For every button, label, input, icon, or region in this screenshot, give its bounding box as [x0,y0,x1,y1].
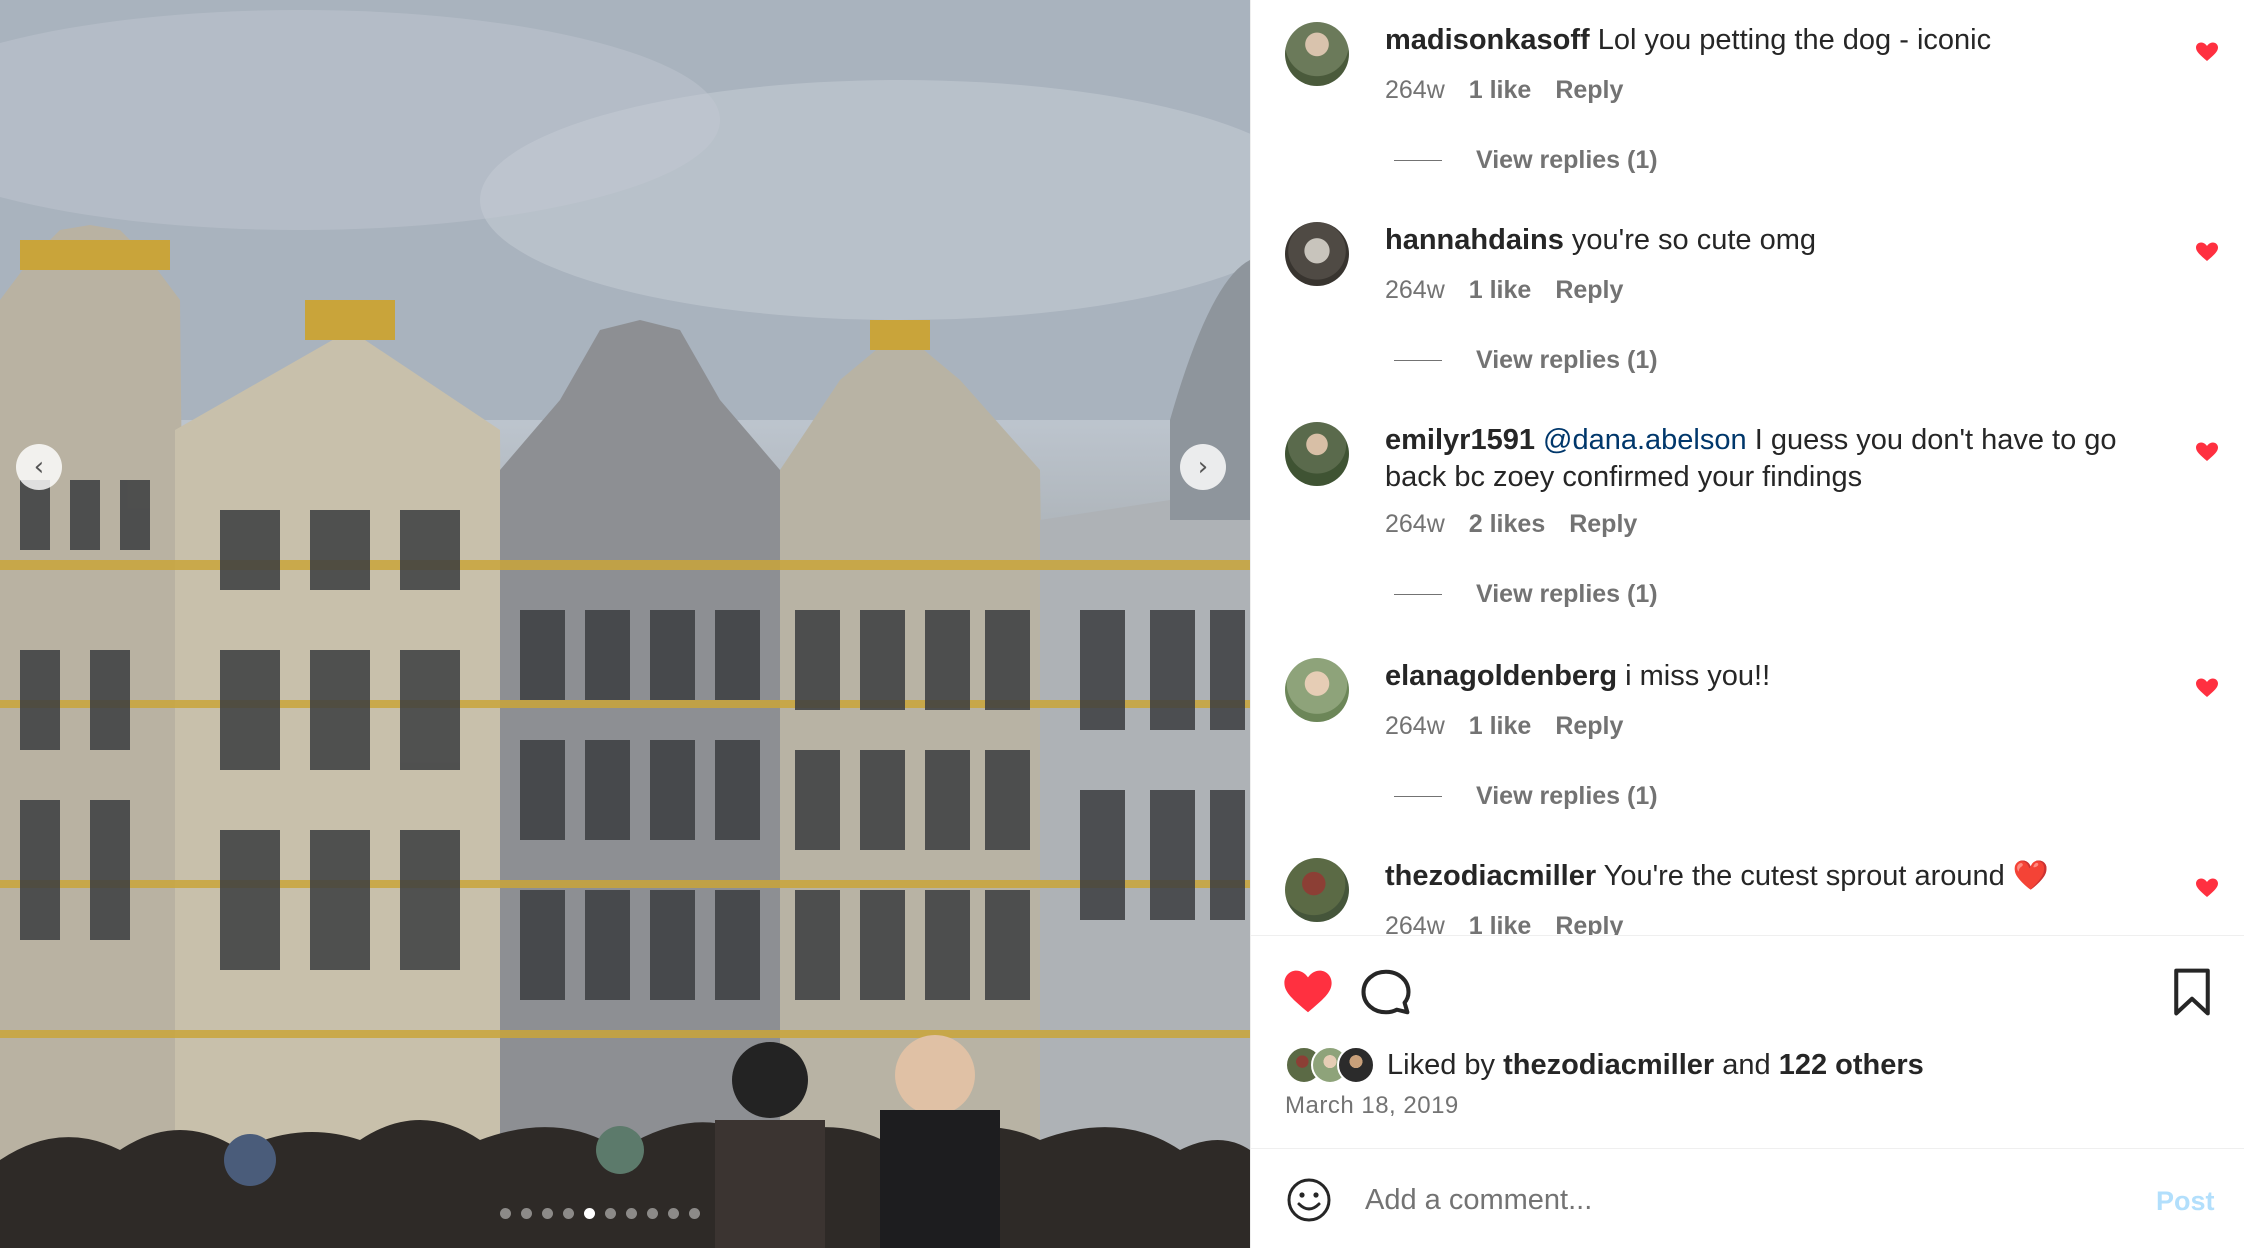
avatar[interactable] [1285,222,1349,286]
carousel-dots [500,1208,700,1219]
comment-meta: 264w 2 likes Reply [1385,510,1637,539]
comment-time[interactable]: 264w [1385,510,1445,539]
section-divider [1251,935,2244,936]
liked-by-conjunction: and [1722,1048,1771,1081]
comment-meta: 264w 1 like Reply [1385,912,1623,935]
comment-username[interactable]: hannahdains [1385,224,1564,256]
liker-avatars[interactable] [1285,1046,1375,1084]
comment-mention[interactable]: @dana.abelson [1543,424,1747,456]
replies-divider [1394,594,1442,595]
reply-button[interactable]: Reply [1555,912,1623,935]
carousel-dot [563,1208,574,1219]
view-replies-button[interactable]: View replies (1) [1394,782,1658,811]
comment-body: i miss you!! [1625,660,1771,692]
comment-input[interactable] [1365,1176,2105,1224]
comment-time[interactable]: 264w [1385,712,1445,741]
carousel-dot [584,1208,595,1219]
reply-button[interactable]: Reply [1569,510,1637,539]
post-button[interactable]: Post [2156,1186,2215,1217]
heart-filled-icon[interactable] [1281,965,1335,1019]
liked-by-text: Liked by thezodiacmiller and 122 others [1387,1049,1924,1082]
reply-button[interactable]: Reply [1555,712,1623,741]
comment-username[interactable]: elanagoldenberg [1385,660,1617,692]
comment-likes[interactable]: 1 like [1469,912,1532,935]
replies-divider [1394,160,1442,161]
comment-text-block: emilyr1591 @dana.abelson I guess you don… [1385,422,2145,496]
comment-body: Lol you petting the dog - iconic [1597,24,1992,56]
view-replies-label: View replies (1) [1476,782,1658,810]
comment-text-block: madisonkasoff Lol you petting the dog - … [1385,22,2145,59]
heart-filled-icon[interactable] [2195,40,2219,64]
liked-by-others[interactable]: 122 others [1779,1049,1924,1081]
heart-filled-icon[interactable] [2195,676,2219,700]
heart-filled-icon[interactable] [2195,440,2219,464]
comment-likes[interactable]: 1 like [1469,76,1532,105]
heart-filled-icon[interactable] [2195,876,2219,900]
comments-list: madisonkasoff Lol you petting the dog - … [1251,0,2244,935]
comment-text-block: thezodiacmiller You're the cutest sprout… [1385,858,2145,895]
view-replies-label: View replies (1) [1476,346,1658,374]
comment-meta: 264w 1 like Reply [1385,712,1623,741]
bookmark-icon[interactable] [2165,965,2219,1019]
chevron-left-icon: ‹ [33,452,45,482]
comment-time[interactable]: 264w [1385,76,1445,105]
view-replies-button[interactable]: View replies (1) [1394,146,1658,175]
comment-likes[interactable]: 2 likes [1469,510,1545,539]
heart-filled-icon[interactable] [2195,240,2219,264]
avatar[interactable] [1285,858,1349,922]
comment-text-block: hannahdains you're so cute omg [1385,222,2145,259]
comment-username[interactable]: thezodiacmiller [1385,860,1596,892]
comment-likes[interactable]: 1 like [1469,276,1532,305]
emoji-smile-icon[interactable] [1285,1176,1333,1224]
comment-username[interactable]: madisonkasoff [1385,24,1590,56]
comment-bubble-icon[interactable] [1359,965,1413,1019]
comment-time[interactable]: 264w [1385,276,1445,305]
post-date[interactable]: March 18, 2019 [1285,1092,1459,1120]
grand-place-image [0,0,1250,1248]
comment-meta: 264w 1 like Reply [1385,276,1623,305]
comment-likes[interactable]: 1 like [1469,712,1532,741]
carousel-dot [521,1208,532,1219]
reply-button[interactable]: Reply [1555,76,1623,105]
view-replies-button[interactable]: View replies (1) [1394,580,1658,609]
comment-body: You're the cutest sprout around ❤️ [1603,860,2049,892]
comment-time[interactable]: 264w [1385,912,1445,935]
avatar[interactable] [1285,658,1349,722]
liked-by-row: Liked by thezodiacmiller and 122 others [1285,1046,1924,1084]
comments-panel: madisonkasoff Lol you petting the dog - … [1250,0,2244,1248]
view-replies-label: View replies (1) [1476,580,1658,608]
liked-by-user[interactable]: thezodiacmiller [1503,1049,1714,1081]
view-replies-button[interactable]: View replies (1) [1394,346,1658,375]
carousel-dot [605,1208,616,1219]
carousel-dot [668,1208,679,1219]
comment-meta: 264w 1 like Reply [1385,76,1623,105]
post-photo: ‹ › [0,0,1250,1248]
reply-button[interactable]: Reply [1555,276,1623,305]
carousel-prev-button[interactable]: ‹ [16,444,62,490]
avatar[interactable] [1285,422,1349,486]
carousel-dot [647,1208,658,1219]
comment-body: you're so cute omg [1571,224,1817,256]
carousel-dot [500,1208,511,1219]
carousel-dot [626,1208,637,1219]
view-replies-label: View replies (1) [1476,146,1658,174]
comment-username[interactable]: emilyr1591 [1385,424,1535,456]
chevron-right-icon: › [1197,452,1209,482]
section-divider [1251,1148,2244,1149]
liked-by-prefix: Liked by [1387,1048,1496,1081]
action-bar [1251,955,2244,1025]
replies-divider [1394,360,1442,361]
replies-divider [1394,796,1442,797]
carousel-dot [689,1208,700,1219]
carousel-next-button[interactable]: › [1180,444,1226,490]
add-comment-bar: Post [1251,1150,2244,1248]
avatar[interactable] [1285,22,1349,86]
carousel-dot [542,1208,553,1219]
comment-text-block: elanagoldenberg i miss you!! [1385,658,2145,695]
avatar [1337,1046,1375,1084]
